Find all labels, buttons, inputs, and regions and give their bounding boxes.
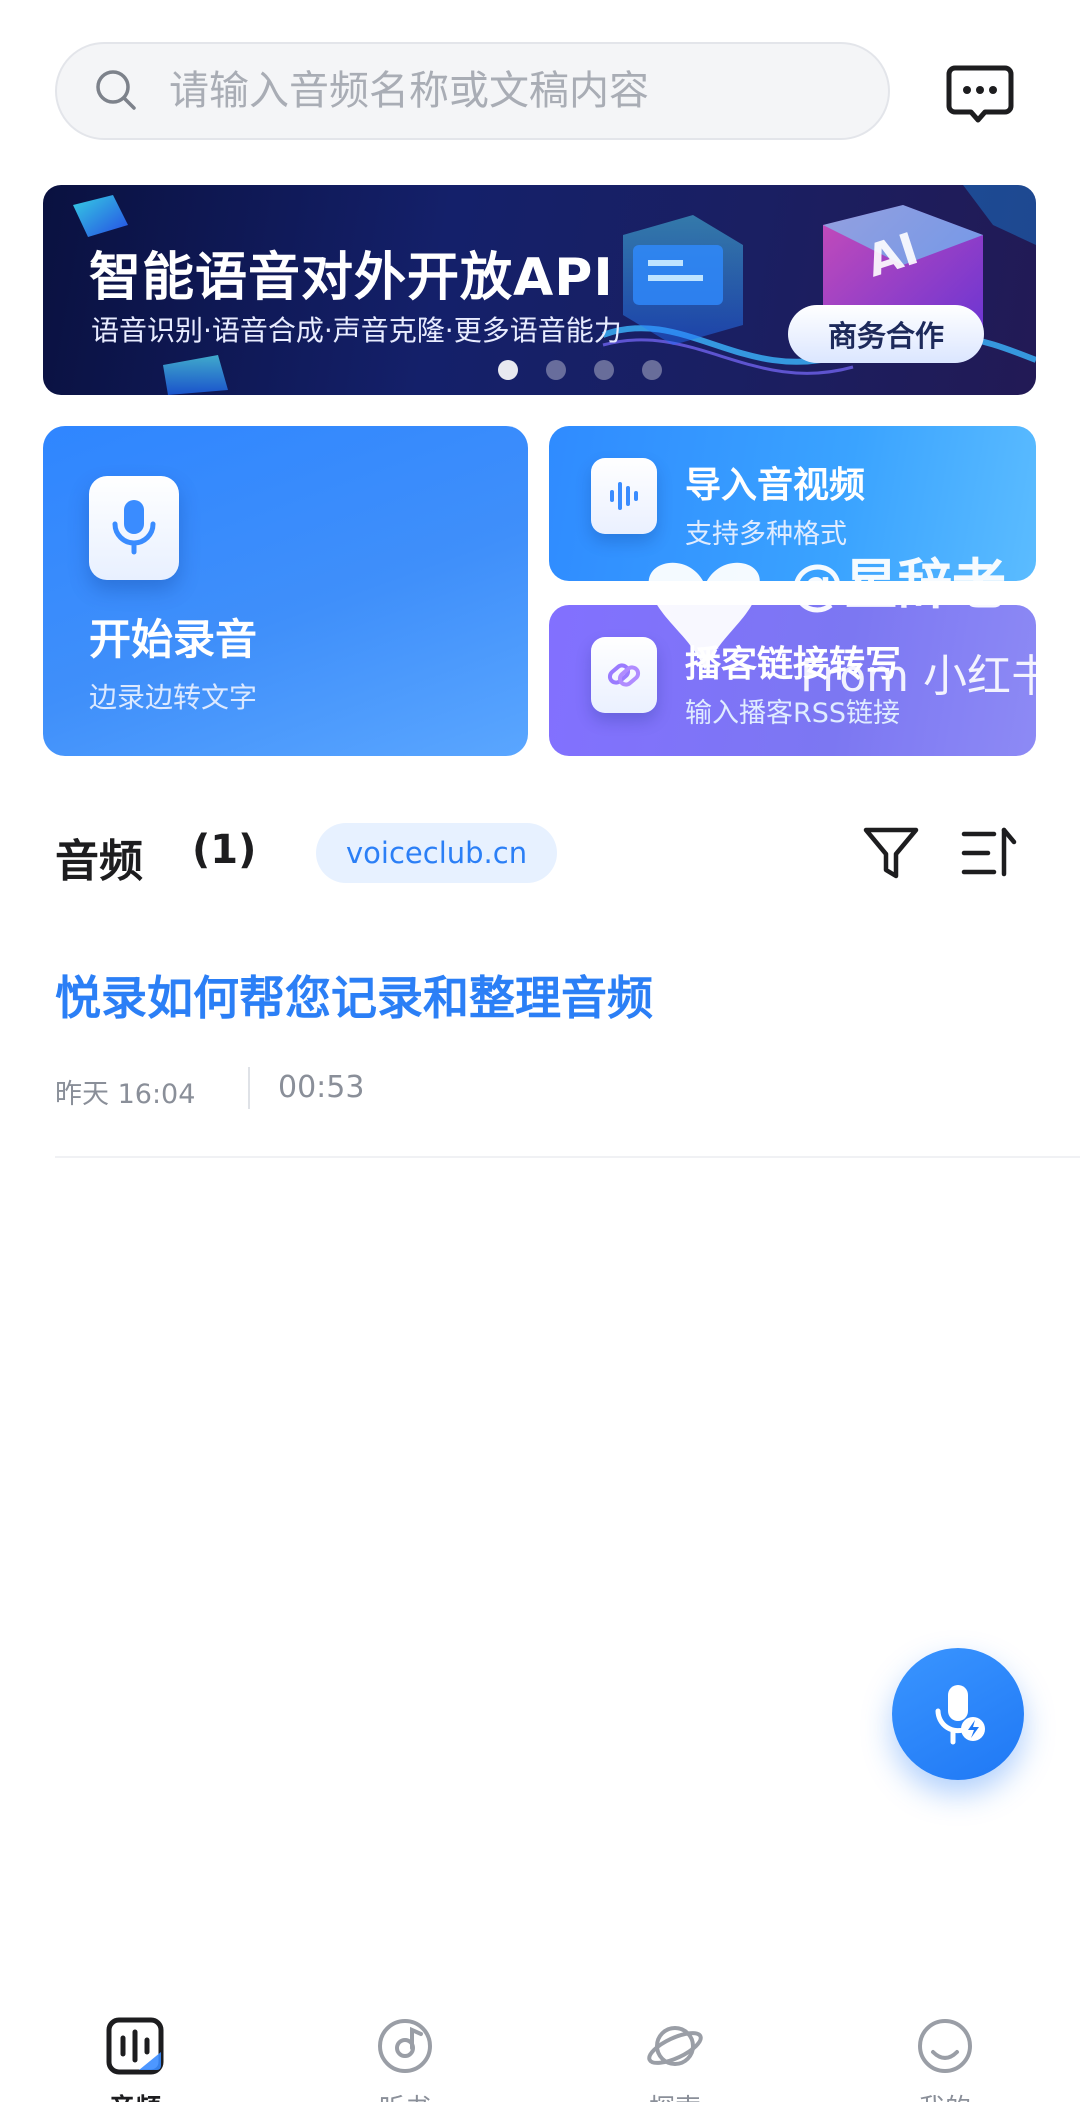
audio-list-title: 音频 — [55, 836, 143, 887]
carousel-dot[interactable] — [498, 360, 518, 380]
divider — [248, 1067, 250, 1109]
search-input[interactable] — [169, 68, 849, 114]
audio-item-title[interactable]: 悦录如何帮您记录和整理音频 — [55, 962, 653, 1028]
tab-label: 音频 — [0, 2088, 270, 2102]
tab-explore[interactable]: 探索 — [540, 2000, 810, 2102]
bottom-tab-bar: 音频 听书 探索 我的 — [0, 2000, 1080, 2102]
audio-item-duration: 00:53 — [278, 1070, 365, 1105]
carousel-dot[interactable] — [594, 360, 614, 380]
audio-wave-icon — [106, 2017, 164, 2075]
promo-banner[interactable]: AI 智能语音对外开放API 语音识别·语音合成·声音克隆·更多语音能力 商务合… — [43, 185, 1036, 395]
audio-list-count: (1) — [192, 827, 257, 873]
quick-record-icon — [935, 1685, 985, 1745]
tab-label: 听书 — [270, 2088, 540, 2102]
watermark-handle: @星辞老 — [790, 553, 1006, 616]
divider — [55, 1156, 1080, 1158]
carousel-indicator[interactable] — [498, 360, 662, 380]
source-tag[interactable]: voiceclub.cn — [316, 823, 558, 883]
search-icon — [96, 70, 136, 110]
filter-icon[interactable] — [860, 822, 922, 884]
tab-profile[interactable]: 我的 — [810, 2000, 1080, 2102]
planet-icon — [647, 2026, 703, 2066]
tab-label: 我的 — [810, 2088, 1080, 2102]
audio-item-time: 昨天 16:04 — [55, 1079, 196, 1110]
tab-audio[interactable]: 音频 — [0, 2000, 270, 2102]
tab-listen[interactable]: 听书 — [270, 2000, 540, 2102]
import-media-title: 导入音视频 — [685, 465, 866, 506]
banner-subtitle: 语音识别·语音合成·声音克隆·更多语音能力 — [91, 314, 622, 347]
quick-record-button[interactable] — [892, 1648, 1024, 1780]
music-disc-icon — [378, 2019, 432, 2073]
microphone-icon — [89, 476, 179, 580]
carousel-dot[interactable] — [642, 360, 662, 380]
tab-label: 探索 — [540, 2088, 810, 2102]
carousel-dot[interactable] — [546, 360, 566, 380]
start-recording-title: 开始录音 — [89, 615, 258, 664]
sort-icon[interactable] — [960, 822, 1018, 884]
watermark-logo — [648, 562, 760, 670]
watermark-source: From 小红书 — [800, 651, 1055, 702]
profile-face-icon — [918, 2019, 972, 2073]
audio-file-icon — [591, 458, 657, 534]
message-icon[interactable] — [945, 60, 1015, 130]
start-recording-subtitle: 边录边转文字 — [89, 681, 258, 714]
start-recording-card[interactable]: 开始录音 边录边转文字 — [43, 426, 528, 756]
banner-title: 智能语音对外开放API — [89, 248, 614, 308]
search-bar[interactable] — [55, 42, 890, 140]
business-cooperation-button[interactable]: 商务合作 — [788, 305, 984, 363]
